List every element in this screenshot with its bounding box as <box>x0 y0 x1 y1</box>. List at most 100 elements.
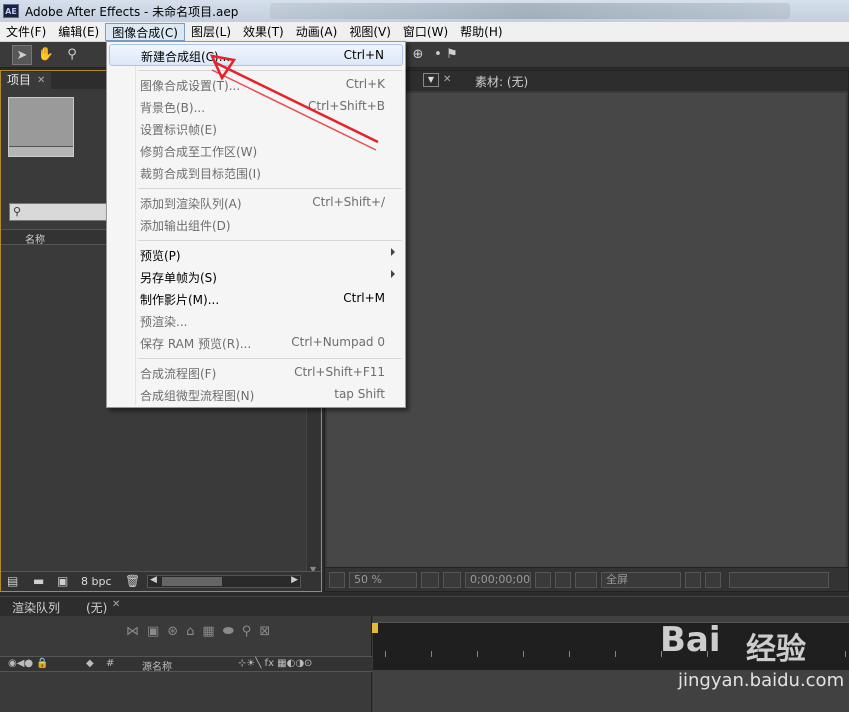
after-effects-logo-icon: AE <box>3 4 19 18</box>
watermark-url: jingyan.baidu.com <box>678 670 845 691</box>
window-title: Adobe After Effects - 未命名项目.aep <box>25 4 239 19</box>
scroll-left-icon[interactable]: ◀ <box>150 575 157 585</box>
menu-edit[interactable]: 编辑(E) <box>52 23 105 41</box>
tab-comp-none[interactable]: (无) <box>86 599 107 616</box>
trash-icon[interactable]: 🗑 <box>125 574 140 588</box>
transparency-grid-icon[interactable] <box>705 572 721 588</box>
menu-item-label: 另存单帧为(S) <box>140 271 217 285</box>
close-icon[interactable]: ✕ <box>112 599 120 610</box>
close-icon[interactable]: ✕ <box>443 74 451 85</box>
menu-item-shortcut: Ctrl+Shift+F11 <box>294 365 385 379</box>
menu-item-label: 添加输出组件(D) <box>140 219 231 233</box>
menu-item-set-poster-time[interactable]: 设置标识帧(E) <box>109 118 403 140</box>
menu-item-shortcut: Ctrl+K <box>345 77 385 91</box>
project-tab-label: 项目 <box>7 73 32 87</box>
menu-item-save-ram-preview[interactable]: 保存 RAM 预览(R)... Ctrl+Numpad 0 <box>109 332 403 354</box>
new-folder-icon[interactable]: ▬ <box>33 574 44 588</box>
menu-animation[interactable]: 动画(A) <box>290 23 344 41</box>
menu-item-label: 添加到渲染队列(A) <box>140 197 242 211</box>
resolution-select[interactable]: 全屏 <box>601 572 681 588</box>
menu-item-label: 预渲染... <box>140 315 188 329</box>
selection-tool-icon[interactable]: ➤ <box>12 45 32 65</box>
puppet-tool-icon[interactable]: ⊕ <box>408 45 428 65</box>
search-icon: ⚲ <box>13 205 22 218</box>
menu-view[interactable]: 视图(V) <box>343 23 397 41</box>
timeline-column-header: ◉◀● 🔒 ◆ # 源名称 ⊹☀╲ fx ▦◐◑⊙ <box>0 656 372 673</box>
menu-item-label: 制作影片(M)... <box>140 293 220 307</box>
label-icon[interactable]: ◆ <box>86 658 94 669</box>
zoom-select[interactable]: 50 % <box>349 572 417 588</box>
av-switches-icon[interactable]: ◉◀● 🔒 <box>8 658 49 669</box>
submenu-arrow-icon <box>391 248 395 256</box>
menu-item-new-composition[interactable]: 新建合成组(C)... Ctrl+N <box>109 44 403 66</box>
current-time-indicator[interactable] <box>372 623 378 633</box>
menu-item-composition-settings[interactable]: 图像合成设置(T)... Ctrl+K <box>109 74 403 96</box>
column-name-label: 名称 <box>25 235 45 246</box>
menu-item-pre-render[interactable]: 预渲染... <box>109 310 403 332</box>
menu-item-comp-flowchart[interactable]: 合成流程图(F) Ctrl+Shift+F11 <box>109 362 403 384</box>
scroll-right-icon[interactable]: ▶ <box>291 575 298 585</box>
new-composition-icon[interactable]: ▣ <box>57 574 68 588</box>
menu-item-shortcut: Ctrl+M <box>343 291 385 305</box>
submenu-arrow-icon <box>391 270 395 278</box>
tab-footage[interactable]: 素材: (无) <box>475 73 528 90</box>
menu-item-trim-comp-to-work-area[interactable]: 修剪合成至工作区(W) <box>109 140 403 162</box>
menu-item-add-output-module[interactable]: 添加输出组件(D) <box>109 214 403 236</box>
menu-item-shortcut: Ctrl+Numpad 0 <box>291 335 385 349</box>
menu-bar: 文件(F) 编辑(E) 图像合成(C) 图层(L) 效果(T) 动画(A) 视图… <box>0 22 849 42</box>
source-name-header[interactable]: 源名称 <box>142 658 172 673</box>
show-snapshot-icon[interactable] <box>555 572 571 588</box>
interpret-footage-icon[interactable]: ▤ <box>7 574 18 588</box>
starch-tool-icon[interactable]: ⚑ <box>442 45 462 65</box>
menu-item-add-to-render-queue[interactable]: 添加到渲染队列(A) Ctrl+Shift+/ <box>109 192 403 214</box>
menu-item-label: 设置标识帧(E) <box>140 123 217 137</box>
menu-item-preview[interactable]: 预览(P) <box>109 244 403 266</box>
timeline-switch-icons[interactable]: ⋈▣⊛⌂▦⬬⚲⊠ <box>126 624 278 639</box>
close-icon[interactable]: ✕ <box>37 72 45 89</box>
region-icon[interactable] <box>685 572 701 588</box>
menu-help[interactable]: 帮助(H) <box>454 23 508 41</box>
tab-render-queue[interactable]: 渲染队列 <box>12 599 60 616</box>
bottom-tab-strip: 渲染队列 (无) ✕ <box>0 596 849 616</box>
menu-item-crop-comp-to-region[interactable]: 裁剪合成到目标范围(I) <box>109 162 403 184</box>
bit-depth-button[interactable]: 8 bpc <box>81 575 112 588</box>
menu-composition[interactable]: 图像合成(C) <box>105 22 185 41</box>
watermark-brand-suffix: 经验 <box>746 632 806 667</box>
project-horizontal-scrollbar[interactable]: ◀ ▶ <box>147 575 301 588</box>
menu-layer[interactable]: 图层(L) <box>185 23 237 41</box>
menu-item-shortcut: Ctrl+N <box>343 48 384 62</box>
menu-item-shortcut: tap Shift <box>334 387 385 401</box>
watermark-brand: Bai <box>660 620 721 660</box>
menu-item-label: 修剪合成至工作区(W) <box>140 145 258 159</box>
menu-window[interactable]: 窗口(W) <box>397 23 454 41</box>
project-footer: ▤ ▬ ▣ 8 bpc 🗑 ◀ ▶ <box>1 571 321 591</box>
menu-item-save-frame-as[interactable]: 另存单帧为(S) <box>109 266 403 288</box>
menu-file[interactable]: 文件(F) <box>0 23 52 41</box>
magnification-icon[interactable] <box>329 572 345 588</box>
menu-item-label: 合成组微型流程图(N) <box>140 389 255 403</box>
menu-item-label: 背景色(B)... <box>140 101 206 115</box>
composition-menu-dropdown: 新建合成组(C)... Ctrl+N 图像合成设置(T)... Ctrl+K 背… <box>106 41 406 408</box>
comp-dropdown-icon[interactable]: ▼ <box>423 73 439 87</box>
hand-tool-icon[interactable]: ✋ <box>36 45 56 65</box>
menu-item-shortcut: Ctrl+Shift+B <box>308 99 385 113</box>
menu-item-background-color[interactable]: 背景色(B)... Ctrl+Shift+B <box>109 96 403 118</box>
view-select[interactable] <box>729 572 829 588</box>
zoom-tool-icon[interactable]: ⚲ <box>62 45 82 65</box>
menu-item-label: 裁剪合成到目标范围(I) <box>140 167 261 181</box>
menu-item-label: 新建合成组(C)... <box>141 50 231 64</box>
menu-effect[interactable]: 效果(T) <box>237 23 290 41</box>
project-thumbnail <box>8 97 74 157</box>
color-channel-icon[interactable] <box>575 572 597 588</box>
snapshot-icon[interactable] <box>535 572 551 588</box>
menu-item-comp-mini-flowchart[interactable]: 合成组微型流程图(N) tap Shift <box>109 384 403 406</box>
number-label: # <box>106 658 115 669</box>
grid-icon[interactable] <box>421 572 439 588</box>
menu-item-make-movie[interactable]: 制作影片(M)... Ctrl+M <box>109 288 403 310</box>
timecode-field[interactable]: 0;00;00;00 <box>465 572 531 588</box>
menu-item-shortcut: Ctrl+Shift+/ <box>312 195 385 209</box>
tab-project[interactable]: 项目 ✕ <box>1 72 52 89</box>
layer-switches-icon[interactable]: ⊹☀╲ fx ▦◐◑⊙ <box>238 658 312 669</box>
composition-footer: 50 % 0;00;00;00 全屏 <box>325 567 848 591</box>
mask-icon[interactable] <box>443 572 461 588</box>
